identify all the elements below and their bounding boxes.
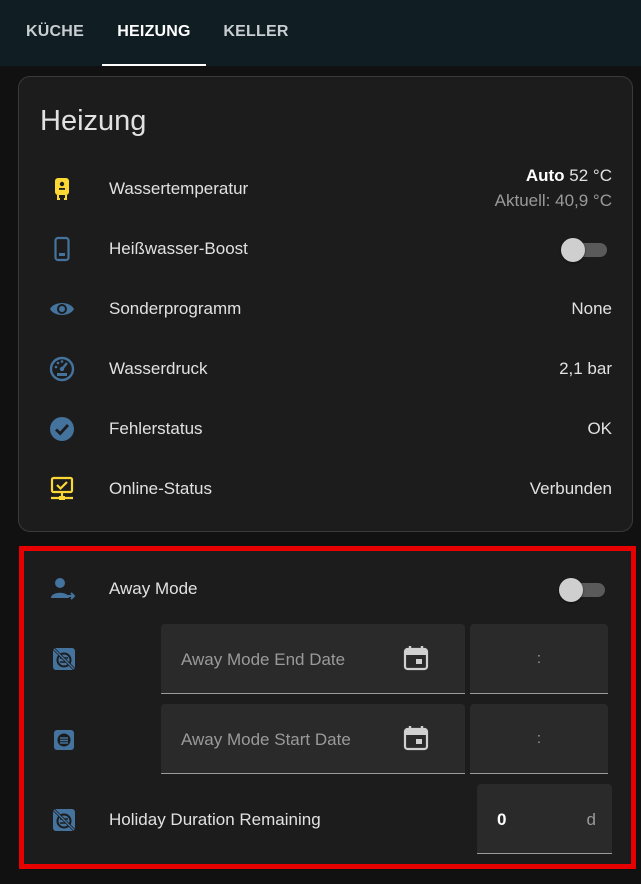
row-error-status[interactable]: Fehlerstatus OK	[19, 399, 634, 459]
water-temperature-target: Auto 52 °C	[526, 166, 612, 186]
tab-bar: KÜCHE HEIZUNG KELLER	[0, 0, 641, 66]
water-temperature-label: Wassertemperatur	[109, 179, 249, 198]
gauge-icon	[49, 356, 75, 382]
hot-water-boost-label: Heißwasser-Boost	[109, 239, 248, 258]
online-status-value: Verbunden	[529, 479, 612, 498]
thermostat-mode: Auto	[525, 166, 565, 185]
row-hot-water-boost: Heißwasser-Boost	[19, 219, 634, 279]
hot-water-boost-toggle[interactable]	[561, 238, 607, 262]
tab-keller[interactable]: KELLER	[208, 0, 304, 66]
heizung-card: Heizung Wassertemperatur Auto 52 °C Aktu…	[18, 76, 633, 532]
network-monitor-icon	[50, 476, 74, 500]
water-temperature-current: Aktuell: 40,9 °C	[494, 191, 612, 210]
tab-heizung[interactable]: HEIZUNG	[102, 0, 206, 66]
row-water-pressure[interactable]: Wasserdruck 2,1 bar	[19, 339, 634, 399]
error-status-label: Fehlerstatus	[109, 419, 203, 438]
error-status-value: OK	[587, 419, 612, 438]
row-water-temperature[interactable]: Wassertemperatur Auto 52 °C Aktuell: 40,…	[19, 159, 634, 219]
thermostat-target: 52 °C	[569, 166, 612, 185]
row-online-status[interactable]: Online-Status Verbunden	[19, 459, 634, 519]
tab-kueche[interactable]: KÜCHE	[10, 0, 100, 66]
eye-icon	[50, 303, 74, 315]
water-boiler-icon	[55, 178, 69, 200]
water-pressure-value: 2,1 bar	[559, 359, 612, 378]
water-pressure-label: Wasserdruck	[109, 359, 208, 378]
row-special-program[interactable]: Sonderprogramm None	[19, 279, 634, 339]
special-program-value: None	[571, 299, 612, 318]
highlight-frame	[19, 546, 636, 869]
phone-device-icon	[54, 236, 70, 262]
card-title: Heizung	[40, 105, 147, 137]
special-program-label: Sonderprogramm	[109, 299, 242, 318]
check-circle-icon	[50, 417, 74, 441]
online-status-label: Online-Status	[109, 479, 212, 498]
